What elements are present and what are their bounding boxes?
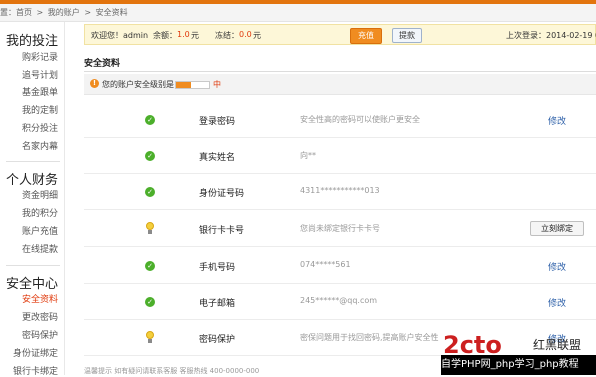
security-level-meter: [175, 81, 210, 89]
welcome-greeting: 欢迎您！admin: [91, 31, 149, 40]
breadcrumb: 置：首页 > 我的账户 > 安全资料: [0, 4, 596, 22]
watermark-logo: 2cto 红黑联盟: [443, 331, 581, 357]
balance-unit: 元: [191, 31, 199, 40]
security-row-bank-card: 银行卡卡号 您尚未绑定银行卡卡号 立刻绑定: [84, 211, 596, 247]
section-title: 安全资料: [84, 59, 121, 69]
security-row-id-number: ✓ 身份证号码 4311***********013: [84, 174, 596, 210]
row-name: 身份证号码: [199, 189, 245, 199]
modify-link[interactable]: 修改: [548, 296, 566, 309]
security-row-phone: ✓ 手机号码 074*****561 修改: [84, 248, 596, 284]
check-icon: ✓: [145, 187, 155, 197]
row-desc: 4311***********013: [300, 186, 380, 195]
row-name: 真实姓名: [199, 153, 236, 163]
row-name: 登录密码: [199, 117, 236, 127]
security-row-email: ✓ 电子邮箱 245******@qq.com 修改: [84, 284, 596, 320]
modify-link[interactable]: 修改: [548, 114, 566, 127]
sidebar: 我的投注 购彩记录 追号计划 基金跟单 我的定制 积分投注 名家内幕 个人财务 …: [0, 22, 65, 377]
watermark-text: 自学PHP网_php学习_php教程: [441, 355, 596, 375]
row-desc: 安全性高的密码可以使账户更安全: [300, 115, 420, 124]
sidebar-item-my-custom[interactable]: 我的定制: [22, 103, 58, 116]
sidebar-item-purchase-records[interactable]: 购彩记录: [22, 50, 58, 63]
account-summary-bar: 欢迎您！admin 余额： 1.0 元 冻结： 0.0 元 充值 提款 上次登录…: [84, 24, 596, 45]
security-level-bar: ! 您的账户安全级别是 中: [84, 74, 596, 95]
sidebar-item-change-password[interactable]: 更改密码: [22, 310, 58, 323]
frozen-label: 冻结：: [215, 31, 239, 40]
watermark-brand: 红黑联盟: [533, 337, 581, 352]
row-desc: 密保问题用于找回密码,提高账户安全性: [300, 333, 439, 342]
sidebar-item-password-protection[interactable]: 密码保护: [22, 328, 58, 341]
watermark-logo-text: 2cto: [443, 331, 502, 357]
section-divider: [84, 71, 596, 72]
row-desc: 您尚未绑定银行卡卡号: [300, 224, 380, 233]
sidebar-group-finance: 个人财务: [5, 173, 58, 188]
check-icon: ✓: [145, 261, 155, 271]
security-level-fill: [176, 82, 191, 88]
breadcrumb-sep: >: [36, 8, 44, 17]
check-icon: ✓: [145, 151, 155, 161]
balance-value: 1.0: [177, 30, 190, 39]
lightbulb-icon: [146, 222, 154, 235]
check-icon: ✓: [145, 115, 155, 125]
sidebar-group-security: 安全中心: [5, 277, 58, 292]
bind-now-button[interactable]: 立刻绑定: [530, 221, 584, 236]
frozen-value: 0.0: [239, 30, 252, 39]
security-level-text: 您的账户安全级别是: [102, 80, 174, 89]
row-name: 手机号码: [199, 263, 236, 273]
breadcrumb-my-account[interactable]: 我的账户: [48, 8, 80, 17]
breadcrumb-home[interactable]: 置：首页: [0, 8, 32, 17]
sidebar-item-security-info[interactable]: 安全资料: [22, 292, 58, 305]
sidebar-item-fund-follow[interactable]: 基金跟单: [22, 85, 58, 98]
lightbulb-icon: [146, 331, 154, 344]
security-row-real-name: ✓ 真实姓名 向**: [84, 138, 596, 174]
row-desc: 245******@qq.com: [300, 296, 378, 305]
breadcrumb-sep: >: [84, 8, 92, 17]
sidebar-divider: [6, 265, 60, 266]
recharge-button[interactable]: 充值: [350, 28, 382, 44]
sidebar-item-withdraw[interactable]: 在线提款: [22, 242, 58, 255]
modify-link[interactable]: 修改: [548, 260, 566, 273]
sidebar-item-recharge[interactable]: 账户充值: [22, 224, 58, 237]
row-desc: 向**: [300, 151, 316, 160]
frozen-unit: 元: [253, 31, 261, 40]
alert-icon: !: [90, 79, 99, 88]
sidebar-group-my-bets: 我的投注: [5, 34, 58, 49]
last-login: 上次登录：2014-02-19 04:: [506, 31, 596, 40]
row-name: 密码保护: [199, 335, 236, 345]
security-level-label: 中: [213, 80, 221, 89]
withdraw-button[interactable]: 提款: [392, 28, 422, 43]
breadcrumb-current: 安全资料: [95, 8, 128, 17]
sidebar-item-fund-details[interactable]: 资金明细: [22, 188, 58, 201]
row-name: 电子邮箱: [199, 299, 236, 309]
check-icon: ✓: [145, 297, 155, 307]
balance-label: 余额：: [153, 31, 177, 40]
sidebar-item-expert-insider[interactable]: 名家内幕: [22, 139, 58, 152]
sidebar-item-id-binding[interactable]: 身份证绑定: [13, 346, 58, 359]
security-row-login-password: ✓ 登录密码 安全性高的密码可以使账户更安全 修改: [84, 102, 596, 138]
sidebar-item-points-bet[interactable]: 积分投注: [22, 121, 58, 134]
sidebar-item-chase-plan[interactable]: 追号计划: [22, 68, 58, 81]
sidebar-item-bank-binding[interactable]: 银行卡绑定: [13, 364, 58, 377]
sidebar-divider: [6, 161, 60, 162]
row-desc: 074*****561: [300, 260, 351, 269]
sidebar-item-my-points[interactable]: 我的积分: [22, 206, 58, 219]
row-name: 银行卡卡号: [199, 226, 245, 236]
